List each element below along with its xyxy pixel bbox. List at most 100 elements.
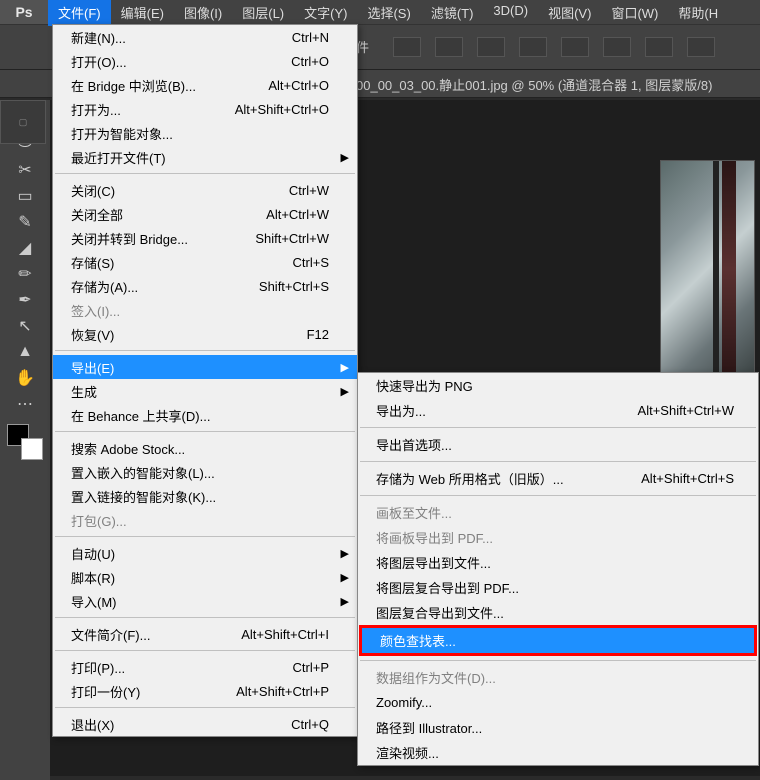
align-icon[interactable] — [603, 37, 631, 57]
menu-item[interactable]: 恢复(V)F12 — [53, 322, 357, 346]
submenu-item-accelerator: Alt+Shift+Ctrl+S — [641, 471, 734, 486]
menu-item-label: 关闭全部 — [71, 205, 266, 224]
pen-tool[interactable]: ✒ — [8, 287, 42, 312]
submenu-arrow-icon: ▶ — [341, 361, 349, 374]
hand-tool[interactable]: ✋ — [8, 365, 42, 390]
menu-item[interactable]: 关闭(C)Ctrl+W — [53, 178, 357, 202]
file-menu-dropdown: 新建(N)...Ctrl+N打开(O)...Ctrl+O在 Bridge 中浏览… — [52, 24, 358, 737]
menu-图层[interactable]: 图层(L) — [232, 0, 294, 26]
menu-选择[interactable]: 选择(S) — [357, 0, 420, 26]
menu-item-label: 存储(S) — [71, 253, 293, 272]
menu-item-label: 在 Bridge 中浏览(B)... — [71, 76, 268, 95]
submenu-item-label: 将图层导出到文件... — [376, 553, 734, 572]
menu-item[interactable]: 搜索 Adobe Stock... — [53, 436, 357, 460]
menu-文件[interactable]: 文件(F) — [48, 0, 111, 26]
submenu-item-label: 路径到 Illustrator... — [376, 718, 734, 737]
menu-item-label: 在 Behance 上共享(D)... — [71, 406, 329, 425]
menu-item-label: 文件简介(F)... — [71, 625, 241, 644]
menu-item-accelerator: Alt+Shift+Ctrl+P — [236, 684, 329, 699]
menu-item[interactable]: 新建(N)...Ctrl+N — [53, 25, 357, 49]
marquee-tool[interactable]: ▭ — [8, 183, 42, 208]
menu-item-accelerator: Ctrl+S — [293, 255, 329, 270]
submenu-item-label: 导出为... — [376, 401, 638, 420]
quickmask-toggle[interactable]: ▢ — [0, 100, 46, 144]
align-icon[interactable] — [393, 37, 421, 57]
menu-item[interactable]: 打开(O)...Ctrl+O — [53, 49, 357, 73]
menu-item[interactable]: 在 Bridge 中浏览(B)...Alt+Ctrl+O — [53, 73, 357, 97]
submenu-item[interactable]: Zoomify... — [358, 690, 758, 715]
healing-tool[interactable]: ✎ — [8, 209, 42, 234]
menu-item-label: 打开为智能对象... — [71, 124, 329, 143]
menu-窗口[interactable]: 窗口(W) — [601, 0, 668, 26]
submenu-item[interactable]: 渲染视频... — [358, 740, 758, 765]
align-icon[interactable] — [519, 37, 547, 57]
submenu-item-label: 将图层复合导出到 PDF... — [376, 578, 734, 597]
menu-item[interactable]: 导入(M)▶ — [53, 589, 357, 613]
submenu-item[interactable]: 将图层导出到文件... — [358, 550, 758, 575]
submenu-item[interactable]: 快速导出为 PNG — [358, 373, 758, 398]
submenu-arrow-icon: ▶ — [341, 571, 349, 584]
submenu-item[interactable]: 路径到 Illustrator... — [358, 715, 758, 740]
direct-select-tool[interactable]: ▲ — [8, 339, 42, 364]
menu-item[interactable]: 关闭全部Alt+Ctrl+W — [53, 202, 357, 226]
menu-item-label: 新建(N)... — [71, 28, 292, 47]
menu-item[interactable]: 关闭并转到 Bridge...Shift+Ctrl+W — [53, 226, 357, 250]
align-icon[interactable] — [645, 37, 673, 57]
menu-文字[interactable]: 文字(Y) — [294, 0, 357, 26]
menu-图像[interactable]: 图像(I) — [174, 0, 232, 26]
menu-item[interactable]: 置入链接的智能对象(K)... — [53, 484, 357, 508]
menu-item[interactable]: 脚本(R)▶ — [53, 565, 357, 589]
submenu-item-label: 图层复合导出到文件... — [376, 603, 734, 622]
menu-item-label: 导出(E) — [71, 358, 329, 377]
menu-item[interactable]: 生成▶ — [53, 379, 357, 403]
menu-item-accelerator: Shift+Ctrl+S — [259, 279, 329, 294]
align-icon[interactable] — [477, 37, 505, 57]
menu-item[interactable]: 在 Behance 上共享(D)... — [53, 403, 357, 427]
align-icon[interactable] — [435, 37, 463, 57]
submenu-item[interactable]: 图层复合导出到文件... — [358, 600, 758, 625]
brush-tool[interactable]: ✏ — [8, 261, 42, 286]
menu-item[interactable]: 文件简介(F)...Alt+Shift+Ctrl+I — [53, 622, 357, 646]
menu-item[interactable]: 导出(E) ▶ — [53, 355, 357, 379]
submenu-item[interactable]: 导出首选项... — [358, 432, 758, 457]
submenu-arrow-icon: ▶ — [341, 151, 349, 164]
menu-item-label: 关闭(C) — [71, 181, 289, 200]
submenu-item[interactable]: 将图层复合导出到 PDF... — [358, 575, 758, 600]
crop-tool[interactable]: ✂ — [8, 157, 42, 182]
menu-item-accelerator: Ctrl+O — [291, 54, 329, 69]
document-tab[interactable]: 00_00_03_00.静止001.jpg @ 50% (通道混合器 1, 图层… — [356, 75, 712, 94]
menu-3d[interactable]: 3D(D) — [483, 0, 538, 26]
align-icon[interactable] — [561, 37, 589, 57]
menu-item-label: 导入(M) — [71, 592, 329, 611]
align-icon[interactable] — [687, 37, 715, 57]
menu-item[interactable]: 存储(S)Ctrl+S — [53, 250, 357, 274]
menu-item-accelerator: Alt+Shift+Ctrl+O — [235, 102, 329, 117]
path-tool[interactable]: ↖ — [8, 313, 42, 338]
menu-item-accelerator: Shift+Ctrl+W — [255, 231, 329, 246]
menu-item[interactable]: 打开为智能对象... — [53, 121, 357, 145]
menu-滤镜[interactable]: 滤镜(T) — [421, 0, 484, 26]
menu-item-label: 打印(P)... — [71, 658, 293, 677]
menu-item-label: 自动(U) — [71, 544, 329, 563]
background-color[interactable] — [21, 438, 43, 460]
menu-item[interactable]: 自动(U)▶ — [53, 541, 357, 565]
misc-tool[interactable]: ⋯ — [8, 391, 42, 416]
image-content — [660, 160, 755, 378]
menu-item: 签入(I)... — [53, 298, 357, 322]
menu-item[interactable]: 存储为(A)...Shift+Ctrl+S — [53, 274, 357, 298]
color-swatches[interactable] — [7, 424, 43, 460]
menu-编辑[interactable]: 编辑(E) — [111, 0, 174, 26]
menu-item[interactable]: 打开为...Alt+Shift+Ctrl+O — [53, 97, 357, 121]
menu-item[interactable]: 置入嵌入的智能对象(L)... — [53, 460, 357, 484]
menu-item[interactable]: 打印(P)...Ctrl+P — [53, 655, 357, 679]
menu-item[interactable]: 退出(X)Ctrl+Q — [53, 712, 357, 736]
submenu-item[interactable]: 颜色查找表... — [362, 628, 754, 653]
menubar: Ps 文件(F)编辑(E)图像(I)图层(L)文字(Y)选择(S)滤镜(T)3D… — [0, 0, 760, 24]
submenu-item[interactable]: 导出为...Alt+Shift+Ctrl+W — [358, 398, 758, 423]
menu-帮助(h[interactable]: 帮助(H — [668, 0, 728, 26]
menu-item[interactable]: 打印一份(Y)Alt+Shift+Ctrl+P — [53, 679, 357, 703]
submenu-item[interactable]: 存储为 Web 所用格式（旧版）...Alt+Shift+Ctrl+S — [358, 466, 758, 491]
eraser-tool[interactable]: ◢ — [8, 235, 42, 260]
menu-item[interactable]: 最近打开文件(T)▶ — [53, 145, 357, 169]
menu-视图[interactable]: 视图(V) — [538, 0, 601, 26]
